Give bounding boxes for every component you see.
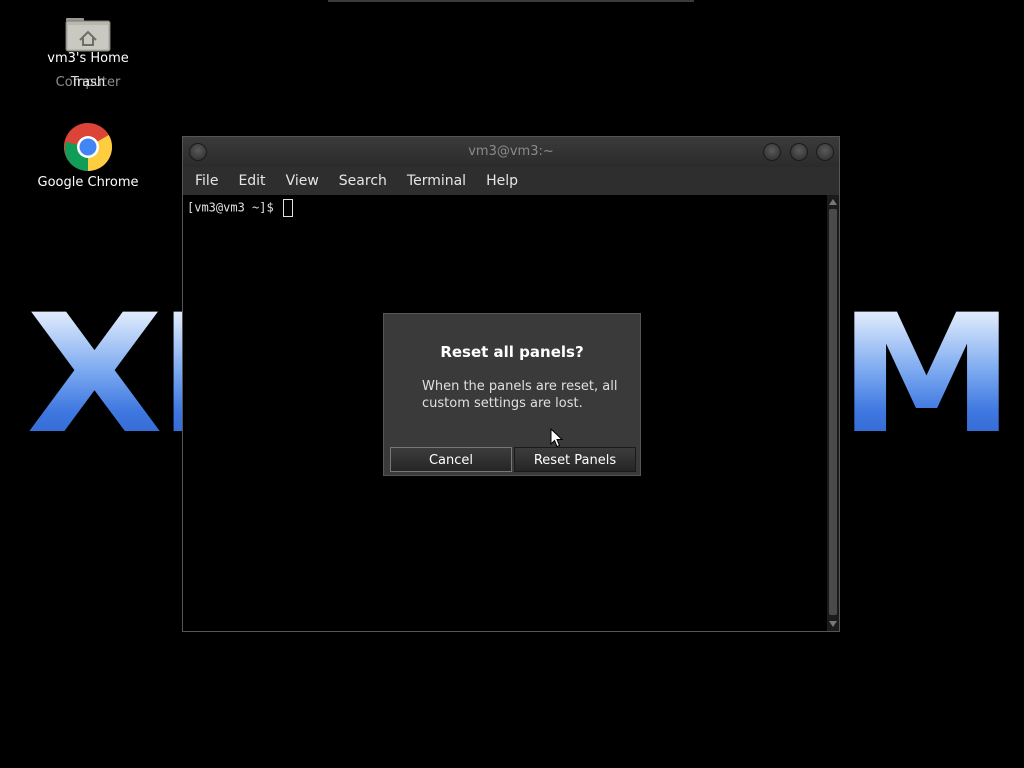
menu-file[interactable]: File xyxy=(187,173,226,189)
terminal-scrollbar[interactable] xyxy=(827,195,839,631)
desktop-icon-home[interactable]: vm3's Home xyxy=(32,12,144,65)
terminal-title: vm3@vm3:~ xyxy=(468,144,554,159)
scroll-down-arrow-icon[interactable] xyxy=(829,621,837,627)
computer-icon-label[interactable]: Computer xyxy=(32,75,144,90)
terminal-titlebar[interactable]: vm3@vm3:~ xyxy=(183,137,839,167)
scroll-up-arrow-icon[interactable] xyxy=(829,199,837,205)
chrome-icon-label: Google Chrome xyxy=(37,175,139,190)
top-panel-strip xyxy=(328,0,694,2)
wallpaper-text-right: M xyxy=(838,279,1016,470)
menu-terminal[interactable]: Terminal xyxy=(399,173,474,189)
terminal-menubar: File Edit View Search Terminal Help xyxy=(183,167,839,195)
desktop: XI M vm3's Home Trash Computer Google Ch… xyxy=(0,0,1024,768)
menu-edit[interactable]: Edit xyxy=(230,173,273,189)
mouse-pointer-icon xyxy=(550,427,564,448)
menu-search[interactable]: Search xyxy=(331,173,395,189)
text-cursor xyxy=(282,199,293,217)
scrollbar-thumb[interactable] xyxy=(829,209,837,615)
terminal-prompt: [vm3@vm3 ~]$ xyxy=(187,200,274,215)
dialog-message: When the panels are reset, all custom se… xyxy=(422,379,618,411)
desktop-icon-chrome[interactable]: Google Chrome xyxy=(32,122,144,189)
maximize-button[interactable] xyxy=(790,143,808,161)
menu-help[interactable]: Help xyxy=(478,173,526,189)
reset-panels-button[interactable]: Reset Panels xyxy=(514,447,636,472)
chrome-icon xyxy=(63,122,113,172)
menu-view[interactable]: View xyxy=(278,173,327,189)
close-button[interactable] xyxy=(816,143,834,161)
cancel-button[interactable]: Cancel xyxy=(390,447,512,472)
reset-panels-dialog: Reset all panels? When the panels are re… xyxy=(383,313,641,476)
terminal-prompt-line: [vm3@vm3 ~]$ xyxy=(187,199,293,217)
dialog-title: Reset all panels? xyxy=(440,343,584,361)
minimize-button[interactable] xyxy=(763,143,781,161)
home-folder-icon xyxy=(64,12,112,52)
